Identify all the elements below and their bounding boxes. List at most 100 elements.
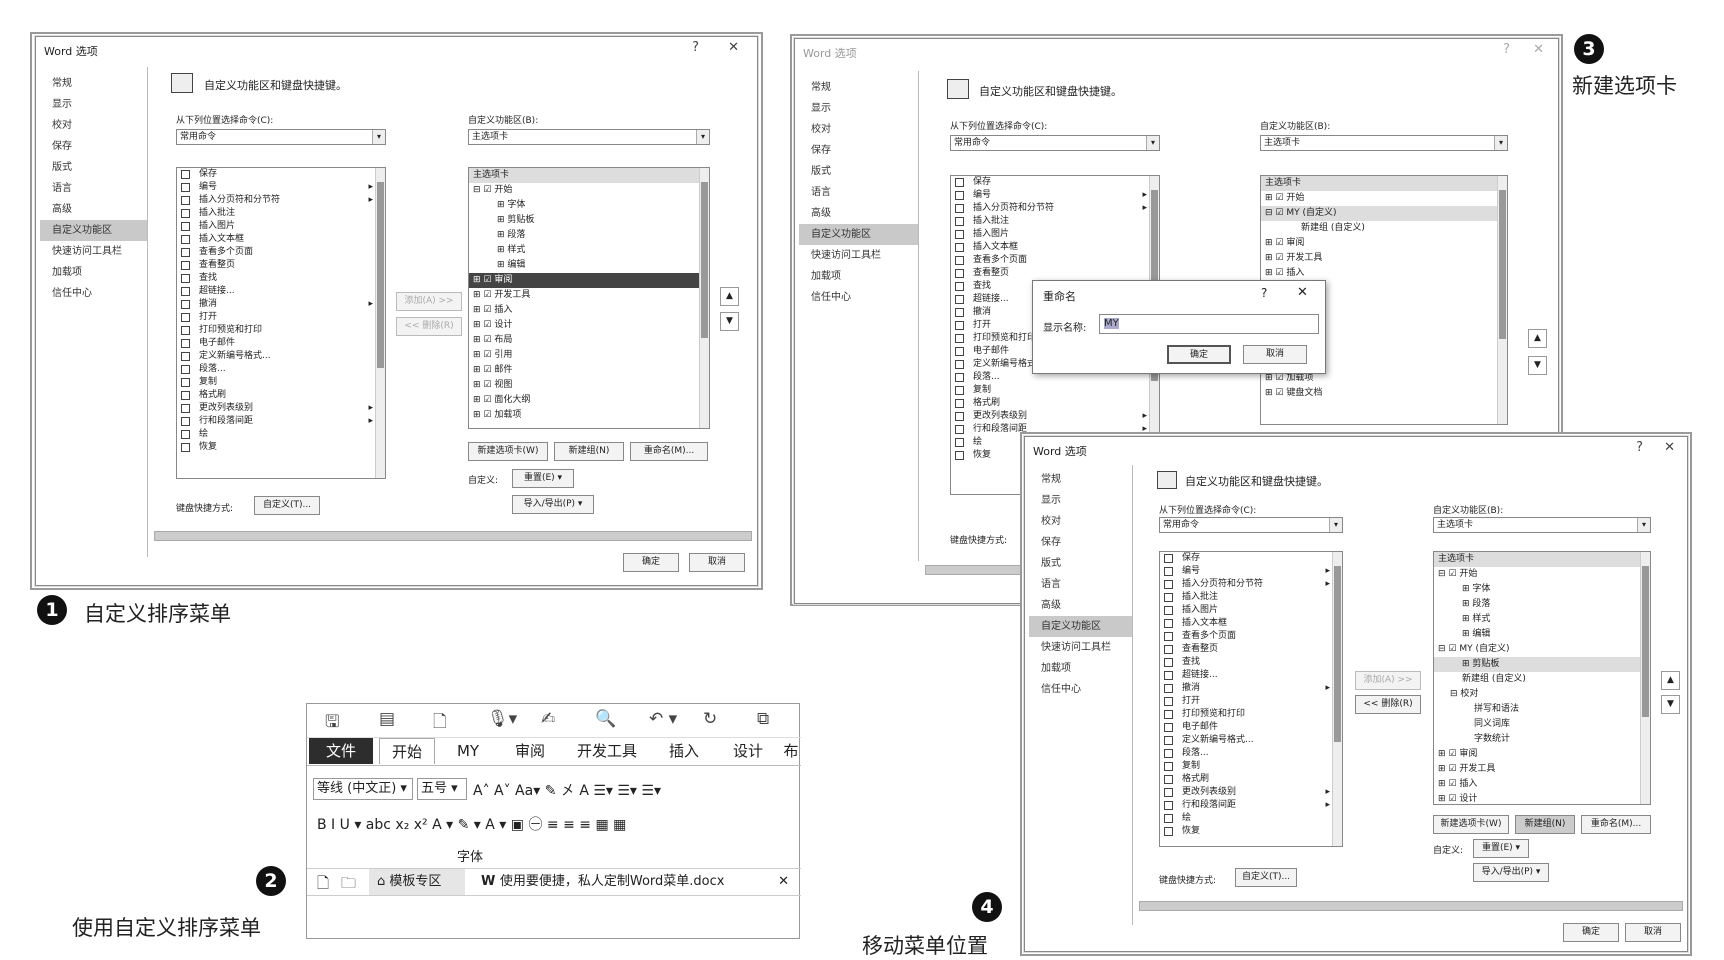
- new-tab-button[interactable]: 新建选项卡(W): [1433, 815, 1509, 834]
- import-export-button[interactable]: 导入/导出(P) ▾: [512, 495, 594, 514]
- ribbon-tree-item[interactable]: ⊞ 段落: [469, 228, 709, 243]
- ribbon-tree[interactable]: 主选项卡 ⊟ ☑ 开始 ⊞ 字体 ⊞ 段落 ⊞ 样式 ⊞ 编辑 ⊟ ☑ MY (自定义) ⊞ …: [1433, 551, 1651, 805]
- move-down-button[interactable]: ▼: [720, 312, 739, 331]
- command-item[interactable]: 恢复: [177, 441, 385, 454]
- nav-item[interactable]: 快速访问工具栏: [40, 241, 147, 262]
- command-item[interactable]: 查看整页: [177, 259, 385, 272]
- command-item[interactable]: 打开: [1160, 695, 1342, 708]
- command-item[interactable]: 编号 ▸: [1160, 565, 1342, 578]
- command-item[interactable]: 复制: [1160, 760, 1342, 773]
- ribbon-tree-item[interactable]: ⊞ ☑ 插入: [1434, 777, 1650, 792]
- tab-insert[interactable]: 插入: [655, 738, 713, 764]
- tab-layout[interactable]: 布: [781, 738, 801, 764]
- command-item[interactable]: 定义新编号格式...: [177, 350, 385, 363]
- close-icon[interactable]: ✕: [1533, 42, 1544, 57]
- ribbon-tree-scrollbar[interactable]: [1640, 552, 1650, 804]
- ribbon-tree-item[interactable]: ⊟ ☑ 开始: [469, 183, 709, 198]
- close-icon[interactable]: ✕: [728, 40, 739, 55]
- ribbon-tree-item[interactable]: ⊞ ☑ 视图: [469, 378, 709, 393]
- ribbon-select[interactable]: 主选项卡 ▾: [468, 129, 710, 145]
- nav-item[interactable]: 自定义功能区: [1029, 616, 1132, 637]
- ribbon-tree-item[interactable]: ⊟ ☑ 开始: [1434, 567, 1650, 582]
- command-item[interactable]: 查找: [1160, 656, 1342, 669]
- command-item[interactable]: 更改列表级别 ▸: [177, 402, 385, 415]
- command-item[interactable]: 插入分页符和分节符 ▸: [1160, 578, 1342, 591]
- shortcut-customize-button[interactable]: 自定义(T)...: [1235, 868, 1297, 887]
- ribbon-tree-item[interactable]: 主选项卡: [469, 168, 709, 183]
- ok-button[interactable]: 确定: [1563, 923, 1619, 942]
- ribbon-tree-item[interactable]: 拼写和语法: [1434, 702, 1650, 717]
- ribbon-tree-item[interactable]: ⊞ 样式: [469, 243, 709, 258]
- ribbon-tree-item[interactable]: ⊟ ☑ MY (自定义): [1261, 206, 1507, 221]
- ok-button[interactable]: 确定: [623, 553, 679, 572]
- ribbon-tree-item[interactable]: 新建组 (自定义): [1434, 672, 1650, 687]
- nav-item[interactable]: 常规: [1029, 469, 1132, 490]
- folder-icon[interactable]: 🗀: [341, 873, 356, 898]
- command-item[interactable]: 查看多个页面: [177, 246, 385, 259]
- command-item[interactable]: 查看整页: [1160, 643, 1342, 656]
- nav-item[interactable]: 信任中心: [1029, 679, 1132, 700]
- move-down-button[interactable]: ▼: [1661, 695, 1680, 714]
- command-list[interactable]: 保存 编号 ▸ 插入分页符和分节符 ▸ 插入批注 插入图片 插入文本框 查看多个页面 查看整页 查找…: [1159, 551, 1343, 847]
- command-item[interactable]: 复制: [951, 384, 1159, 397]
- cancel-button[interactable]: 取消: [689, 553, 745, 572]
- ribbon-tree-item[interactable]: ⊞ ☑ 审阅: [1434, 747, 1650, 762]
- ribbon-tree-item[interactable]: ⊞ 剪贴板: [469, 213, 709, 228]
- new-group-button[interactable]: 新建组(N): [554, 442, 624, 461]
- ribbon-tree-item[interactable]: ⊞ ☑ 键盘文档: [1261, 386, 1507, 401]
- tab-my[interactable]: MY: [441, 738, 495, 764]
- nav-item[interactable]: 信任中心: [40, 283, 147, 304]
- nav-item[interactable]: 自定义功能区: [799, 224, 918, 245]
- command-item[interactable]: 行和段落间距 ▸: [177, 415, 385, 428]
- command-item[interactable]: 电子邮件: [177, 337, 385, 350]
- command-item[interactable]: 恢复: [1160, 825, 1342, 838]
- nav-item[interactable]: 加载项: [40, 262, 147, 283]
- nav-item[interactable]: 保存: [1029, 532, 1132, 553]
- ribbon-tree-scrollbar[interactable]: [699, 168, 709, 428]
- command-item[interactable]: 格式刷: [951, 397, 1159, 410]
- tab-home[interactable]: 开始: [379, 738, 435, 764]
- help-icon[interactable]: ?: [1636, 440, 1643, 455]
- nav-item[interactable]: 快速访问工具栏: [1029, 637, 1132, 658]
- ribbon-tree-item[interactable]: 新建组 (自定义): [1261, 221, 1507, 236]
- command-item[interactable]: 撤消 ▸: [1160, 682, 1342, 695]
- quick-access-icon[interactable]: 🗋: [433, 709, 447, 738]
- quick-access-icon[interactable]: 🔍: [595, 709, 616, 729]
- command-item[interactable]: 段落...: [1160, 747, 1342, 760]
- tab-design[interactable]: 设计: [719, 738, 777, 764]
- command-item[interactable]: 插入批注: [951, 215, 1159, 228]
- remove-button[interactable]: << 删除(R): [1355, 695, 1421, 714]
- nav-item[interactable]: 高级: [799, 203, 918, 224]
- nav-item[interactable]: 保存: [40, 136, 147, 157]
- ribbon-tree-item[interactable]: 同义词库: [1434, 717, 1650, 732]
- quick-access-icon[interactable]: ✍: [541, 709, 555, 729]
- nav-item[interactable]: 常规: [40, 73, 147, 94]
- import-export-button[interactable]: 导入/导出(P) ▾: [1473, 863, 1549, 882]
- rename-button[interactable]: 重命名(M)...: [1581, 815, 1651, 834]
- nav-item[interactable]: 版式: [799, 161, 918, 182]
- tab-review[interactable]: 审阅: [501, 738, 559, 764]
- command-item[interactable]: 电子邮件: [1160, 721, 1342, 734]
- command-source-select[interactable]: 常用命令 ▾: [1159, 517, 1343, 533]
- shortcut-customize-button[interactable]: 自定义(T)...: [254, 496, 320, 515]
- ribbon-tree-item[interactable]: ⊞ 段落: [1434, 597, 1650, 612]
- command-item[interactable]: 编号 ▸: [951, 189, 1159, 202]
- quick-access-icon[interactable]: ↻: [703, 709, 717, 729]
- command-item[interactable]: 行和段落间距 ▸: [1160, 799, 1342, 812]
- rename-close-icon[interactable]: ✕: [1297, 285, 1308, 300]
- quick-access-icon[interactable]: ⧉: [757, 709, 769, 729]
- command-item[interactable]: 打开: [177, 311, 385, 324]
- new-doc-icon[interactable]: 🗋: [317, 873, 329, 898]
- command-item[interactable]: 插入批注: [1160, 591, 1342, 604]
- command-item[interactable]: 插入图片: [1160, 604, 1342, 617]
- command-item[interactable]: 复制: [177, 376, 385, 389]
- nav-item[interactable]: 版式: [40, 157, 147, 178]
- tab-developer[interactable]: 开发工具: [565, 738, 649, 764]
- command-item[interactable]: 插入图片: [951, 228, 1159, 241]
- add-button[interactable]: 添加(A) >>: [1355, 671, 1421, 690]
- nav-item[interactable]: 高级: [1029, 595, 1132, 616]
- ribbon-tree-item[interactable]: ⊞ ☑ 插入: [1261, 266, 1507, 281]
- nav-item[interactable]: 语言: [40, 178, 147, 199]
- move-up-button[interactable]: ▲: [720, 287, 739, 306]
- ribbon-tree-item[interactable]: ⊞ ☑ 开发工具: [469, 288, 709, 303]
